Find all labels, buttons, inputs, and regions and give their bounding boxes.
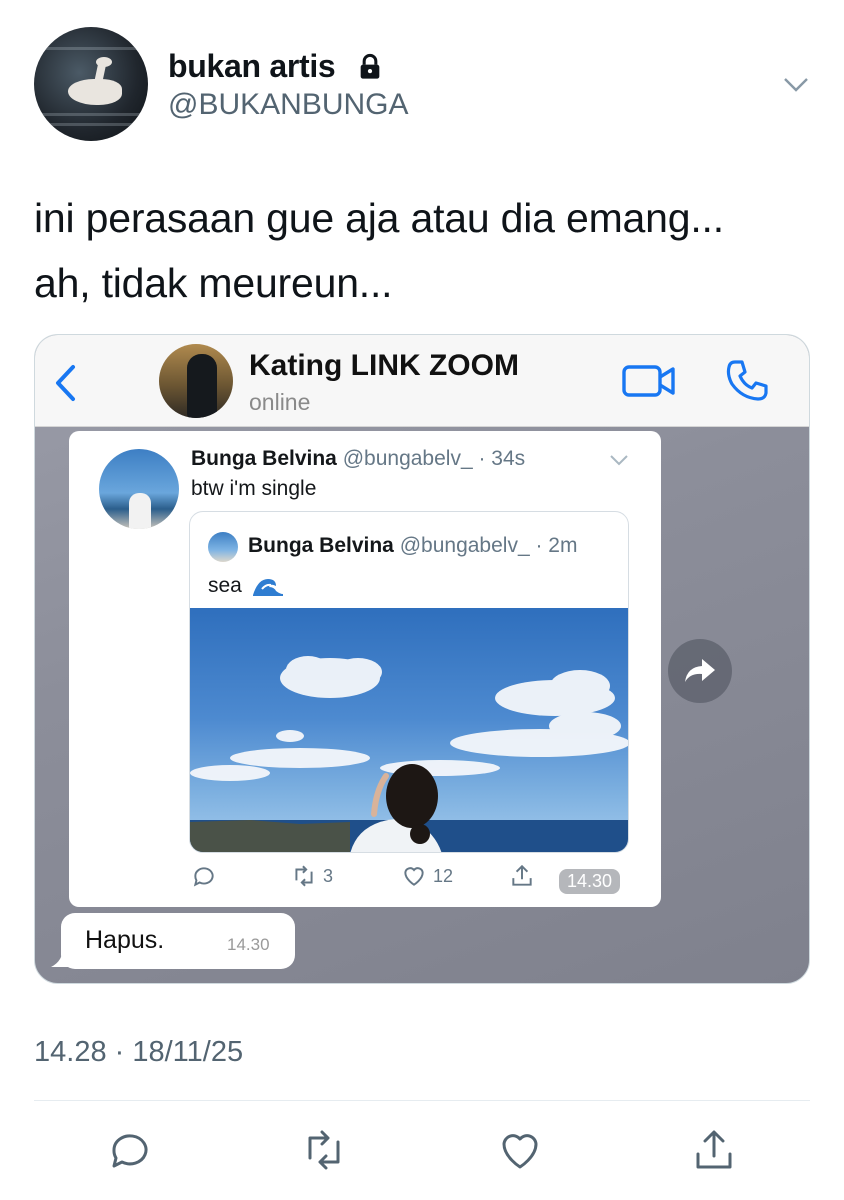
tweet-text-line: ini perasaan gue aja atau dia emang...	[34, 195, 724, 241]
like-action[interactable]: 12	[401, 863, 453, 889]
shared-tweet-author[interactable]: Bunga Belvina @bungabelv_ · 34s	[191, 447, 525, 471]
quoted-tweet-handle-time: @bungabelv_ · 2m	[399, 534, 578, 557]
shared-tweet-avatar[interactable]	[99, 449, 179, 529]
contact-avatar[interactable]	[159, 344, 233, 418]
shared-tweet-name: Bunga Belvina	[191, 447, 337, 470]
tweet-timestamp[interactable]: 14.28 · 18/11/25	[34, 1036, 243, 1069]
contact-name[interactable]: Kating LINK ZOOM	[249, 349, 519, 383]
quoted-tweet-avatar	[208, 532, 238, 562]
share-icon	[512, 864, 532, 886]
retweet-action[interactable]: 3	[291, 863, 333, 889]
reply-message-time: 14.30	[227, 935, 270, 954]
forward-icon	[685, 659, 715, 682]
quoted-tweet-author[interactable]: Bunga Belvina @bungabelv_ · 2m	[248, 534, 577, 558]
share-icon[interactable]	[690, 1126, 738, 1174]
shared-tweet-text: btw i'm single	[191, 477, 317, 500]
lock-icon	[360, 53, 380, 79]
shared-tweet-handle-time: @bungabelv_ · 34s	[342, 447, 526, 470]
retweet-icon[interactable]	[300, 1126, 348, 1174]
like-count: 12	[433, 865, 454, 886]
quoted-tweet-text-value: sea	[208, 574, 242, 597]
reply-message-text: Hapus.	[85, 926, 165, 954]
profile-avatar[interactable]	[34, 27, 148, 141]
contact-status: online	[249, 389, 311, 415]
message-time: 14.30	[559, 869, 621, 894]
tweet-text: ini perasaan gue aja atau dia emang... a…	[34, 186, 814, 316]
shared-tweet-bubble[interactable]: Bunga Belvina @bungabelv_ · 34s btw i'm …	[69, 431, 661, 907]
tweet-text-line: ah, tidak meureun...	[34, 260, 393, 306]
phone-icon[interactable]	[723, 357, 771, 405]
chevron-down-icon[interactable]	[782, 74, 810, 94]
sea-photo	[190, 656, 628, 852]
reply-icon[interactable]	[106, 1126, 154, 1174]
retweet-count: 3	[323, 865, 334, 886]
attached-screenshot[interactable]: Kating LINK ZOOM online Bunga Belvina @b…	[34, 334, 810, 984]
back-icon[interactable]	[53, 363, 77, 403]
retweet-icon	[295, 865, 313, 887]
chevron-down-icon[interactable]	[609, 453, 629, 467]
reply-message-bubble[interactable]: Hapus. 14.30	[61, 913, 295, 969]
reply-action[interactable]	[191, 863, 217, 889]
chat-header: Kating LINK ZOOM online	[35, 335, 809, 427]
reply-icon	[193, 867, 214, 887]
wave-emoji-icon	[252, 579, 283, 597]
video-call-icon[interactable]	[621, 363, 677, 399]
quoted-tweet-photo[interactable]	[190, 608, 628, 852]
quoted-tweet[interactable]: Bunga Belvina @bungabelv_ · 2m sea	[189, 511, 629, 853]
like-icon	[404, 867, 424, 886]
share-action[interactable]	[509, 863, 535, 889]
quoted-tweet-text: sea	[208, 574, 284, 598]
divider	[34, 1100, 810, 1101]
user-handle[interactable]: @BUKANBUNGA	[168, 88, 409, 122]
like-icon[interactable]	[496, 1126, 544, 1174]
quoted-tweet-name: Bunga Belvina	[248, 534, 394, 557]
forward-button[interactable]	[668, 639, 732, 703]
display-name[interactable]: bukan artis	[168, 48, 336, 85]
